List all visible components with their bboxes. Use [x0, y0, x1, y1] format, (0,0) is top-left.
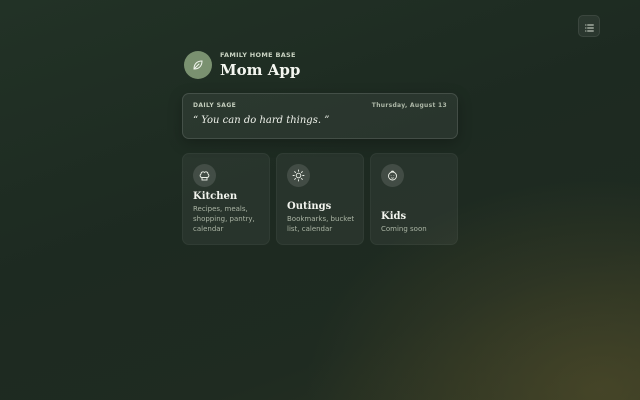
daily-sage-date: Thursday, August 13 [371, 102, 447, 109]
chef-hat-icon [193, 164, 216, 187]
tile-title: Kids [381, 211, 407, 222]
daily-sage-label: DAILY SAGE [193, 102, 237, 109]
baby-icon [381, 164, 404, 187]
kids-tile[interactable]: Kids Coming soon [370, 153, 458, 245]
tile-description: Recipes, meals, shopping, pantry, calend… [193, 205, 255, 233]
sun-icon [287, 164, 310, 187]
tile-title: Outings [287, 201, 332, 212]
tile-description: Coming soon [381, 225, 427, 233]
menu-button[interactable] [578, 15, 600, 37]
outings-tile[interactable]: Outings Bookmarks, bucket list, calendar [276, 153, 364, 245]
kitchen-tile[interactable]: Kitchen Recipes, meals, shopping, pantry… [182, 153, 270, 245]
logo [184, 51, 212, 79]
leaf-icon [192, 56, 204, 75]
daily-sage-card: DAILY SAGE Thursday, August 13 “ You can… [182, 93, 458, 139]
daily-sage-quote: “ You can do hard things. ” [193, 115, 330, 126]
tile-title: Kitchen [193, 191, 238, 202]
list-icon [584, 17, 594, 36]
app-eyebrow: FAMILY HOME BASE [220, 51, 296, 59]
app-header: FAMILY HOME BASE Mom App [184, 51, 300, 79]
page-title: Mom App [220, 61, 301, 79]
tile-description: Bookmarks, bucket list, calendar [287, 215, 355, 233]
